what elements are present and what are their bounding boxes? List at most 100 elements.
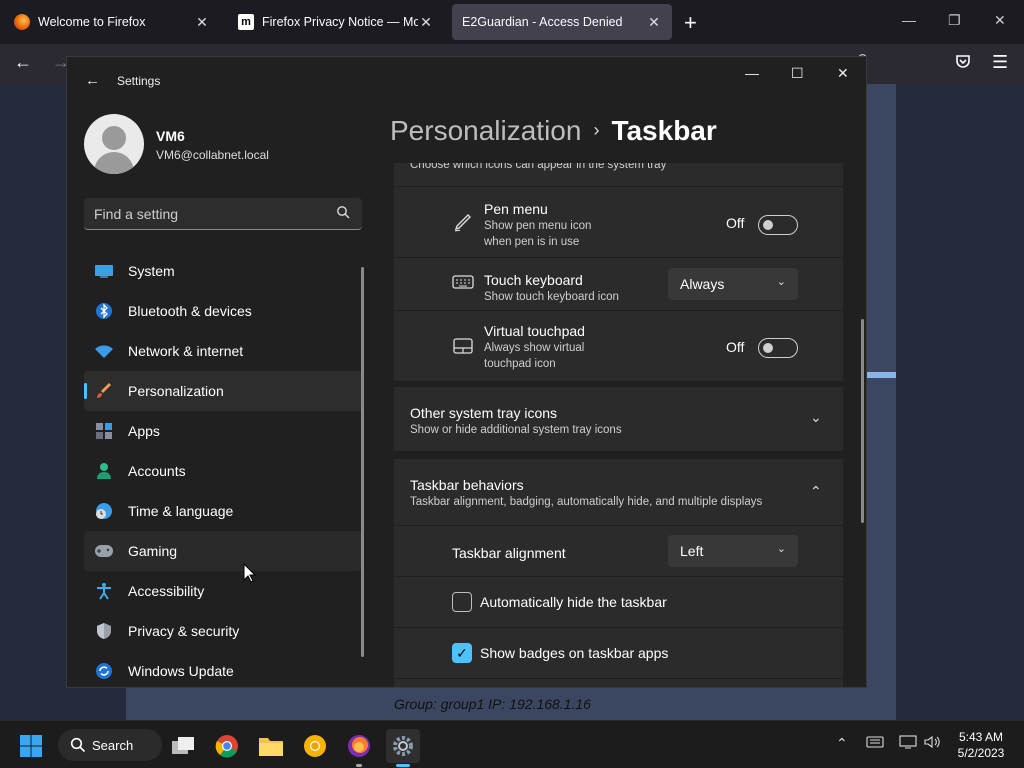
keyboard-icon[interactable] — [866, 735, 884, 751]
close-tab-icon[interactable]: ✕ — [418, 14, 434, 31]
section-subtitle: Choose which icons can appear in the sys… — [410, 163, 667, 171]
virtual-touchpad-row: Virtual touchpad Always show virtual tou… — [394, 311, 843, 382]
sidebar-item-apps[interactable]: Apps — [84, 411, 362, 451]
sidebar-item-network[interactable]: Network & internet — [84, 331, 362, 371]
find-setting-input[interactable]: Find a setting — [84, 198, 362, 230]
start-button[interactable] — [14, 729, 48, 763]
tab-title: E2Guardian - Access Denied — [462, 15, 623, 29]
sidebar-item-label: Accessibility — [128, 583, 205, 599]
settings-title: Settings — [117, 74, 161, 88]
selection-indicator — [84, 383, 87, 399]
volume-icon[interactable] — [924, 735, 942, 752]
settings-taskbar-icon[interactable] — [386, 729, 420, 767]
row-subtitle: Show pen menu icon when pen is in use — [484, 220, 592, 248]
person-icon — [94, 461, 114, 481]
breadcrumb: Personalization › Taskbar — [390, 115, 717, 147]
apps-icon — [94, 421, 114, 441]
row-subtitle: Show or hide additional system tray icon… — [410, 424, 622, 436]
next-row — [394, 679, 843, 687]
taskbar-search-button[interactable]: Search — [58, 729, 162, 761]
sidebar-item-accessibility[interactable]: Accessibility — [84, 571, 362, 611]
sidebar-item-windows-update[interactable]: Windows Update — [84, 651, 362, 687]
virtual-touchpad-toggle[interactable] — [758, 338, 798, 358]
tab-title: Firefox Privacy Notice — Mozilla — [262, 15, 418, 29]
chevron-up-icon[interactable]: ⌃ — [836, 735, 848, 752]
badges-checkbox[interactable]: ✓ — [452, 643, 472, 663]
clock-time: 5:43 AM — [958, 730, 1004, 744]
toggle-state-label: Off — [726, 215, 745, 231]
restore-icon[interactable]: ❐ — [948, 12, 961, 29]
sidebar-item-label: Windows Update — [128, 663, 234, 679]
sidebar-item-label: Privacy & security — [128, 623, 240, 639]
sidebar-item-label: Gaming — [128, 543, 178, 559]
pen-menu-toggle[interactable] — [758, 215, 798, 235]
maximize-icon[interactable]: ☐ — [791, 65, 804, 82]
chevron-down-icon[interactable]: ⌄ — [810, 409, 822, 426]
minimize-icon[interactable]: — — [745, 65, 759, 81]
sidebar-item-system[interactable]: System — [84, 251, 362, 291]
settings-titlebar: ← Settings — ☐ ✕ — [67, 57, 866, 105]
new-tab-icon[interactable]: + — [684, 10, 697, 36]
chrome-icon[interactable] — [210, 729, 244, 763]
pen-icon — [452, 211, 474, 238]
tab-title: Welcome to Firefox — [38, 15, 146, 29]
close-window-icon[interactable]: ✕ — [994, 12, 1006, 29]
taskbar-alignment-dropdown[interactable]: Left ⌄ — [668, 535, 798, 567]
checkbox-label: Show badges on taskbar apps — [480, 645, 669, 661]
breadcrumb-separator: › — [593, 120, 600, 140]
back-arrow-icon[interactable]: ← — [85, 72, 100, 89]
sidebar-item-gaming[interactable]: Gaming — [84, 531, 362, 571]
menu-hamburger-icon[interactable]: ☰ — [992, 52, 1008, 73]
search-label: Search — [92, 737, 134, 753]
sidebar-item-time-language[interactable]: Time & language — [84, 491, 362, 531]
page-accent-bar — [866, 372, 896, 378]
network-icon[interactable] — [899, 735, 917, 752]
close-icon[interactable]: ✕ — [837, 65, 849, 82]
tab-privacy-notice[interactable]: m Firefox Privacy Notice — Mozilla ✕ — [228, 4, 444, 40]
tab-welcome[interactable]: Welcome to Firefox ✕ — [4, 4, 220, 40]
sidebar-item-label: Bluetooth & devices — [128, 303, 252, 319]
profile-email: VM6@collabnet.local — [156, 148, 269, 162]
sidebar-item-personalization[interactable]: Personalization — [84, 371, 362, 411]
close-tab-icon[interactable]: ✕ — [194, 14, 210, 31]
monitor-icon — [94, 261, 114, 281]
windows-logo-icon — [20, 735, 42, 757]
accessibility-icon — [94, 581, 114, 601]
shield-icon — [94, 621, 114, 641]
touch-keyboard-dropdown[interactable]: Always ⌄ — [668, 268, 798, 300]
nav-scrollbar[interactable] — [361, 267, 364, 657]
avatar[interactable] — [84, 114, 144, 174]
mozilla-favicon-icon: m — [238, 14, 254, 30]
sidebar-item-label: Time & language — [128, 503, 234, 519]
minimize-icon[interactable]: — — [902, 12, 916, 28]
settings-nav: System Bluetooth & devices Network & int… — [84, 251, 362, 687]
chrome-canary-icon[interactable] — [298, 729, 332, 763]
task-view-icon[interactable] — [166, 729, 200, 763]
auto-hide-checkbox[interactable] — [452, 592, 472, 612]
sidebar-item-label: Apps — [128, 423, 160, 439]
row-title: Touch keyboard — [484, 272, 583, 288]
breadcrumb-parent[interactable]: Personalization — [390, 115, 581, 146]
badges-row: ✓ Show badges on taskbar apps — [394, 628, 843, 679]
sidebar-item-label: Accounts — [128, 463, 186, 479]
search-placeholder: Find a setting — [94, 206, 179, 222]
other-tray-icons-row[interactable]: Other system tray icons Show or hide add… — [394, 387, 843, 452]
sidebar-item-bluetooth[interactable]: Bluetooth & devices — [84, 291, 362, 331]
gamepad-icon — [94, 541, 114, 561]
chevron-up-icon[interactable]: ⌃ — [810, 483, 822, 500]
chevron-down-icon: ⌄ — [776, 543, 786, 555]
back-arrow-icon[interactable]: ← — [14, 52, 32, 73]
close-tab-icon[interactable]: ✕ — [646, 14, 662, 31]
firefox-taskbar-icon[interactable] — [342, 729, 376, 767]
mouse-cursor-icon — [243, 563, 257, 583]
content-scrollbar[interactable] — [861, 319, 864, 523]
sidebar-item-privacy[interactable]: Privacy & security — [84, 611, 362, 651]
tab-access-denied[interactable]: E2Guardian - Access Denied ✕ — [452, 4, 672, 40]
dropdown-value: Left — [680, 543, 704, 559]
taskbar-behaviors-header[interactable]: Taskbar behaviors Taskbar alignment, bad… — [394, 459, 843, 526]
checkbox-label: Automatically hide the taskbar — [480, 594, 667, 610]
file-explorer-icon[interactable] — [254, 729, 288, 763]
pocket-icon[interactable] — [954, 52, 972, 75]
system-clock[interactable]: 5:43 AM 5/2/2023 — [950, 729, 1012, 761]
sidebar-item-accounts[interactable]: Accounts — [84, 451, 362, 491]
